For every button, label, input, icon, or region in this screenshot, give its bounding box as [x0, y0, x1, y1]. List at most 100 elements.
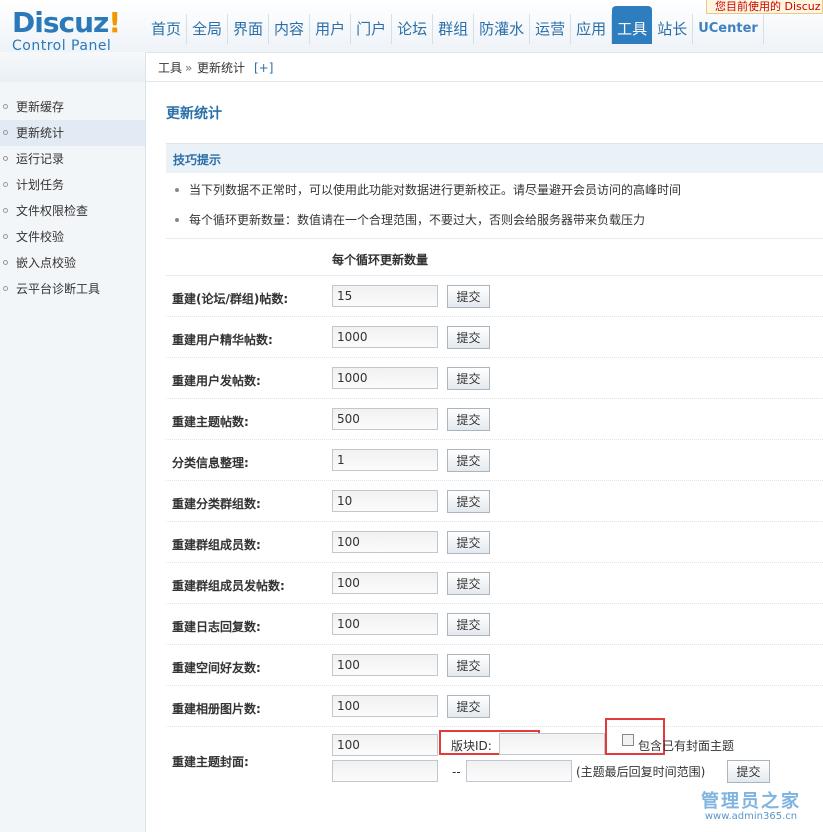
sidebar-item-label: 云平台诊断工具 — [16, 282, 101, 296]
batch-size-input[interactable] — [332, 449, 438, 471]
bullet-icon — [3, 208, 8, 213]
date-separator: -- — [452, 765, 461, 779]
sidebar-item-label: 更新缓存 — [16, 100, 65, 114]
row-label: 重建主题封面: — [172, 755, 249, 769]
nav-content[interactable]: 内容 — [269, 14, 311, 44]
sidebar-item-label: 嵌入点校验 — [16, 256, 77, 270]
batch-size-input[interactable] — [332, 654, 438, 676]
nav-apps[interactable]: 应用 — [571, 14, 613, 44]
nav-tools[interactable]: 工具 — [612, 6, 653, 44]
sidebar-item-hook-check[interactable]: 嵌入点校验 — [0, 250, 145, 276]
form-row: 重建群组成员数: 提交 — [166, 522, 823, 563]
nav-users[interactable]: 用户 — [310, 14, 352, 44]
sidebar-item-file-check[interactable]: 文件校验 — [0, 224, 145, 250]
block-id-input[interactable] — [499, 733, 605, 755]
batch-size-input[interactable] — [332, 734, 438, 756]
logo[interactable]: Discuz! Control Panel — [12, 6, 147, 55]
batch-size-input[interactable] — [332, 367, 438, 389]
bullet-icon — [3, 260, 8, 265]
sidebar-item-label: 文件权限检查 — [16, 204, 89, 218]
form-row: 重建群组成员发帖数: 提交 — [166, 563, 823, 604]
submit-button[interactable]: 提交 — [447, 695, 490, 718]
nav-operations[interactable]: 运营 — [530, 14, 572, 44]
submit-button[interactable]: 提交 — [447, 367, 490, 390]
nav-global[interactable]: 全局 — [187, 14, 229, 44]
sidebar-item-cron[interactable]: 计划任务 — [0, 172, 145, 198]
submit-button[interactable]: 提交 — [447, 449, 490, 472]
batch-size-input[interactable] — [332, 285, 438, 307]
batch-size-input[interactable] — [332, 408, 438, 430]
tip-item: 当下列数据不正常时，可以使用此功能对数据进行更新校正。请尽量避开会员访问的高峰时… — [175, 181, 681, 198]
include-existing-cover-checkbox[interactable] — [622, 734, 634, 746]
nav-groups[interactable]: 群组 — [433, 14, 475, 44]
sidebar-item-update-stats[interactable]: 更新统计 — [0, 120, 145, 146]
form-row-cover: 重建主题封面: 版块ID: 包含已有封面主题 -- (主题最后回复时间范围) 提… — [166, 718, 823, 794]
date-from-input[interactable] — [332, 760, 438, 782]
form-row: 分类信息整理: 提交 — [166, 440, 823, 481]
submit-button[interactable]: 提交 — [447, 326, 490, 349]
nav-antispam[interactable]: 防灌水 — [474, 14, 531, 44]
submit-button[interactable]: 提交 — [447, 654, 490, 677]
row-label: 重建群组成员数: — [172, 538, 261, 552]
nav-forum[interactable]: 论坛 — [392, 14, 434, 44]
breadcrumb: 工具 » 更新统计 [+] — [146, 52, 823, 82]
nav-interface[interactable]: 界面 — [228, 14, 270, 44]
breadcrumb-separator: » — [185, 61, 193, 75]
sidebar-item-file-perms[interactable]: 文件权限检查 — [0, 198, 145, 224]
bullet-icon — [3, 130, 8, 135]
submit-button[interactable]: 提交 — [727, 760, 770, 783]
form-row: 重建相册图片数: 提交 — [166, 686, 823, 727]
submit-button[interactable]: 提交 — [447, 613, 490, 636]
submit-button[interactable]: 提交 — [447, 531, 490, 554]
sidebar-item-run-log[interactable]: 运行记录 — [0, 146, 145, 172]
batch-size-input[interactable] — [332, 490, 438, 512]
breadcrumb-tools[interactable]: 工具 — [158, 53, 182, 83]
tip-text: 当下列数据不正常时，可以使用此功能对数据进行更新校正。请尽量避开会员访问的高峰时… — [189, 183, 682, 197]
tips-header: 技巧提示 — [166, 143, 823, 173]
checkbox-label: 包含已有封面主题 — [638, 739, 735, 753]
row-label: 分类信息整理: — [172, 456, 249, 470]
batch-size-input[interactable] — [332, 531, 438, 553]
row-label: 重建日志回复数: — [172, 620, 261, 634]
sidebar-item-label: 更新统计 — [16, 126, 65, 140]
submit-button[interactable]: 提交 — [447, 572, 490, 595]
row-label: 重建用户精华帖数: — [172, 333, 273, 347]
row-label: 重建空间好友数: — [172, 661, 261, 675]
nav-ucenter[interactable]: UCenter — [693, 14, 764, 44]
top-bar: Discuz! Control Panel 首页 全局 界面 内容 用户 门户 … — [0, 0, 823, 55]
row-label: 重建(论坛/群组)帖数: — [172, 292, 289, 306]
batch-size-input[interactable] — [332, 613, 438, 635]
form-row: 重建空间好友数: 提交 — [166, 645, 823, 686]
watermark-url: www.admin365.cn — [704, 811, 798, 822]
sidebar-item-cloud-diag[interactable]: 云平台诊断工具 — [0, 276, 145, 302]
batch-size-input[interactable] — [332, 572, 438, 594]
row-label: 重建主题帖数: — [172, 415, 249, 429]
add-to-favorites-link[interactable]: [+] — [254, 53, 273, 83]
row-label: 重建群组成员发帖数: — [172, 579, 285, 593]
submit-button[interactable]: 提交 — [447, 408, 490, 431]
tip-text: 每个循环更新数量：数值请在一个合理范围，不要过大，否则会给服务器带来负载压力 — [189, 213, 646, 227]
batch-size-input[interactable] — [332, 326, 438, 348]
breadcrumb-current: 更新统计 — [197, 61, 246, 75]
form-row: 重建日志回复数: 提交 — [166, 604, 823, 645]
sidebar-item-update-cache[interactable]: 更新缓存 — [0, 94, 145, 120]
bullet-icon — [3, 182, 8, 187]
form-row: 重建分类群组数: 提交 — [166, 481, 823, 522]
bullet-icon — [3, 234, 8, 239]
watermark: 管理员之家 www.admin365.cn — [701, 787, 801, 822]
watermark-title: 管理员之家 — [701, 791, 801, 812]
main-nav: 首页 全局 界面 内容 用户 门户 论坛 群组 防灌水 运营 应用 工具 站长 … — [146, 6, 764, 44]
sidebar-item-label: 运行记录 — [16, 152, 65, 166]
submit-button[interactable]: 提交 — [447, 285, 490, 308]
submit-button[interactable]: 提交 — [447, 490, 490, 513]
nav-webmaster[interactable]: 站长 — [652, 14, 694, 44]
sidebar-item-label: 计划任务 — [16, 178, 65, 192]
column-header: 每个循环更新数量 — [332, 253, 429, 267]
batch-size-input[interactable] — [332, 695, 438, 717]
nav-home[interactable]: 首页 — [146, 14, 188, 44]
nav-portal[interactable]: 门户 — [351, 14, 393, 44]
form-row: 重建(论坛/群组)帖数: 提交 — [166, 276, 823, 317]
logo-brand: Discuz! — [12, 6, 121, 39]
date-to-input[interactable] — [466, 760, 572, 782]
version-notice[interactable]: 您目前使用的 Discuz — [706, 0, 823, 14]
